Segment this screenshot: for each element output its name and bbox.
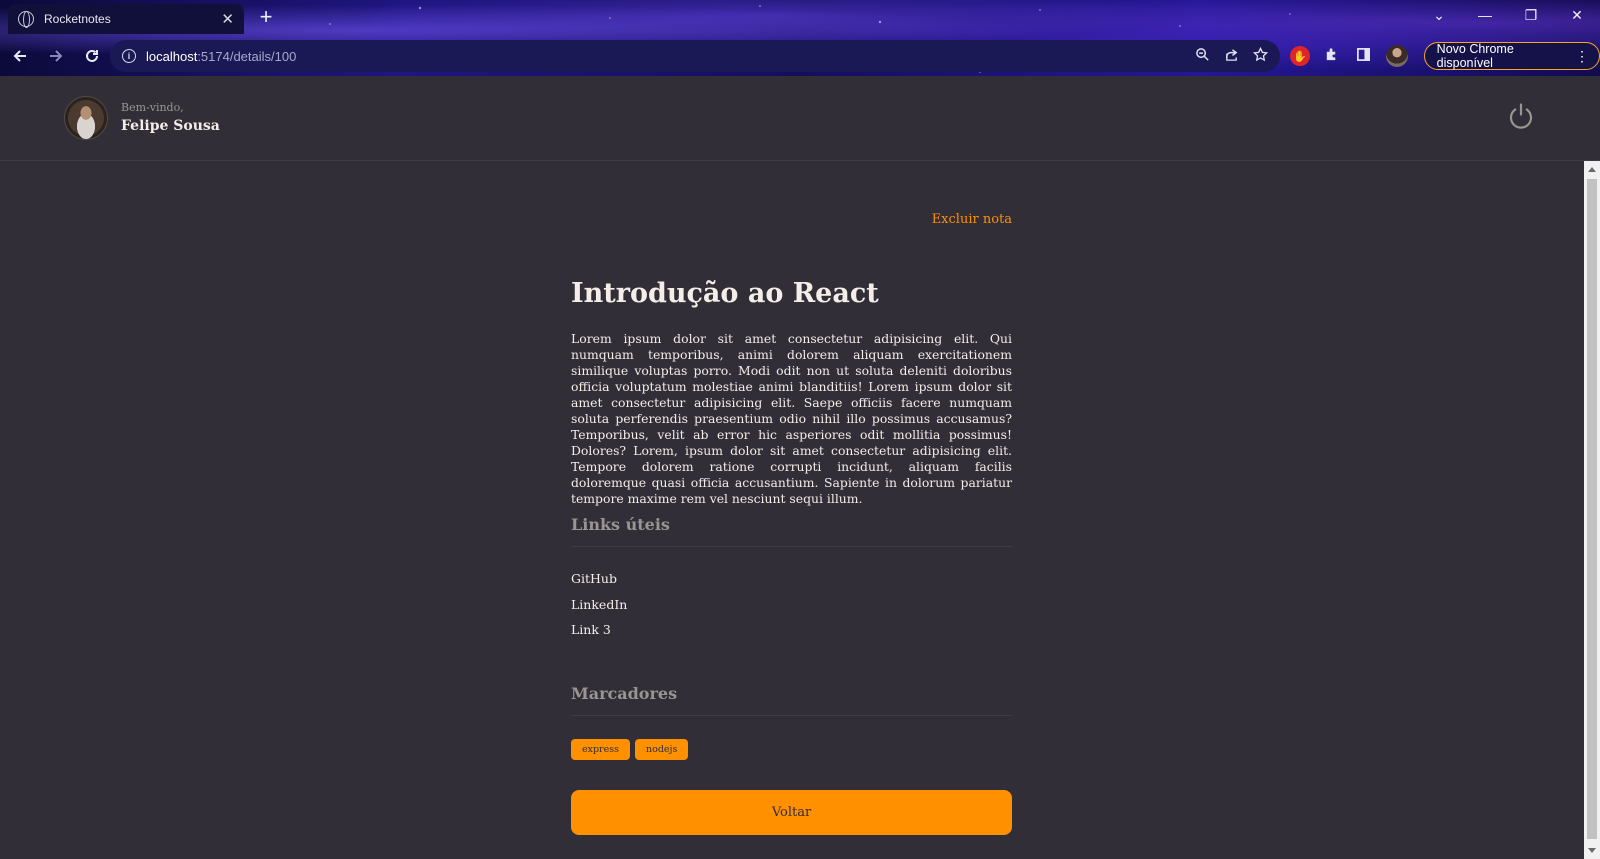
link-3[interactable]: Link 3 (571, 622, 627, 648)
profile-avatar-icon[interactable] (1385, 45, 1408, 67)
puzzle-icon[interactable] (1322, 47, 1342, 66)
address-bar[interactable]: i localhost:5174/details/100 (110, 40, 1280, 72)
scroll-thumb[interactable] (1587, 179, 1597, 839)
side-panel-icon[interactable] (1354, 47, 1374, 66)
link-linkedin[interactable]: LinkedIn (571, 597, 627, 623)
reload-icon[interactable] (76, 40, 108, 72)
scroll-up-arrow-icon[interactable] (1588, 167, 1596, 172)
minimize-button[interactable]: — (1462, 0, 1508, 30)
avatar[interactable] (64, 96, 108, 140)
links-list: GitHub LinkedIn Link 3 (571, 571, 627, 648)
note-title: Introdução ao React (571, 278, 879, 309)
delete-note-button[interactable]: Excluir nota (932, 212, 1012, 227)
link-github[interactable]: GitHub (571, 571, 627, 597)
power-icon[interactable] (1506, 101, 1536, 131)
kebab-menu-icon[interactable]: ⋮ (1575, 49, 1589, 63)
share-icon[interactable] (1224, 47, 1239, 66)
tags-section-title: Marcadores (571, 684, 1012, 716)
tag-nodejs: nodejs (634, 739, 689, 760)
app-header: Bem-vindo, Felipe Sousa (0, 76, 1600, 161)
window-controls: ⌄ — ❐ ✕ (1416, 0, 1600, 30)
zoom-icon[interactable] (1195, 47, 1210, 66)
site-info-icon[interactable]: i (122, 49, 136, 63)
url-text[interactable]: localhost:5174/details/100 (146, 49, 1185, 64)
globe-icon (18, 11, 34, 28)
tag-express: express (571, 739, 630, 760)
tab-title: Rocketnotes (44, 12, 111, 26)
user-name[interactable]: Felipe Sousa (121, 118, 220, 134)
tab-close-icon[interactable]: ✕ (221, 12, 234, 27)
forward-arrow-icon[interactable] (40, 40, 72, 72)
back-button[interactable]: Voltar (571, 790, 1012, 835)
bookmark-star-icon[interactable] (1252, 46, 1269, 66)
restore-button[interactable]: ❐ (1508, 0, 1554, 30)
welcome-text: Bem-vindo, (121, 101, 184, 114)
scrollbar[interactable] (1584, 161, 1600, 859)
note-body: Lorem ipsum dolor sit amet consectetur a… (571, 331, 1012, 506)
back-arrow-icon[interactable] (4, 40, 36, 72)
extension-icon[interactable]: ✋ (1290, 46, 1310, 66)
browser-chrome: Rocketnotes ✕ + ⌄ — ❐ ✕ i localhost:5174… (0, 0, 1600, 76)
links-section-title: Links úteis (571, 515, 1012, 547)
new-tab-button[interactable]: + (254, 5, 278, 29)
close-window-button[interactable]: ✕ (1554, 0, 1600, 30)
browser-toolbar: i localhost:5174/details/100 ✋ Novo Chro… (0, 36, 1600, 76)
tags-list: express nodejs (571, 739, 689, 760)
tab-search-icon[interactable]: ⌄ (1416, 0, 1462, 30)
update-chrome-button[interactable]: Novo Chrome disponível ⋮ (1423, 42, 1600, 70)
scroll-down-arrow-icon[interactable] (1588, 848, 1596, 853)
browser-tab[interactable]: Rocketnotes ✕ (8, 4, 244, 34)
